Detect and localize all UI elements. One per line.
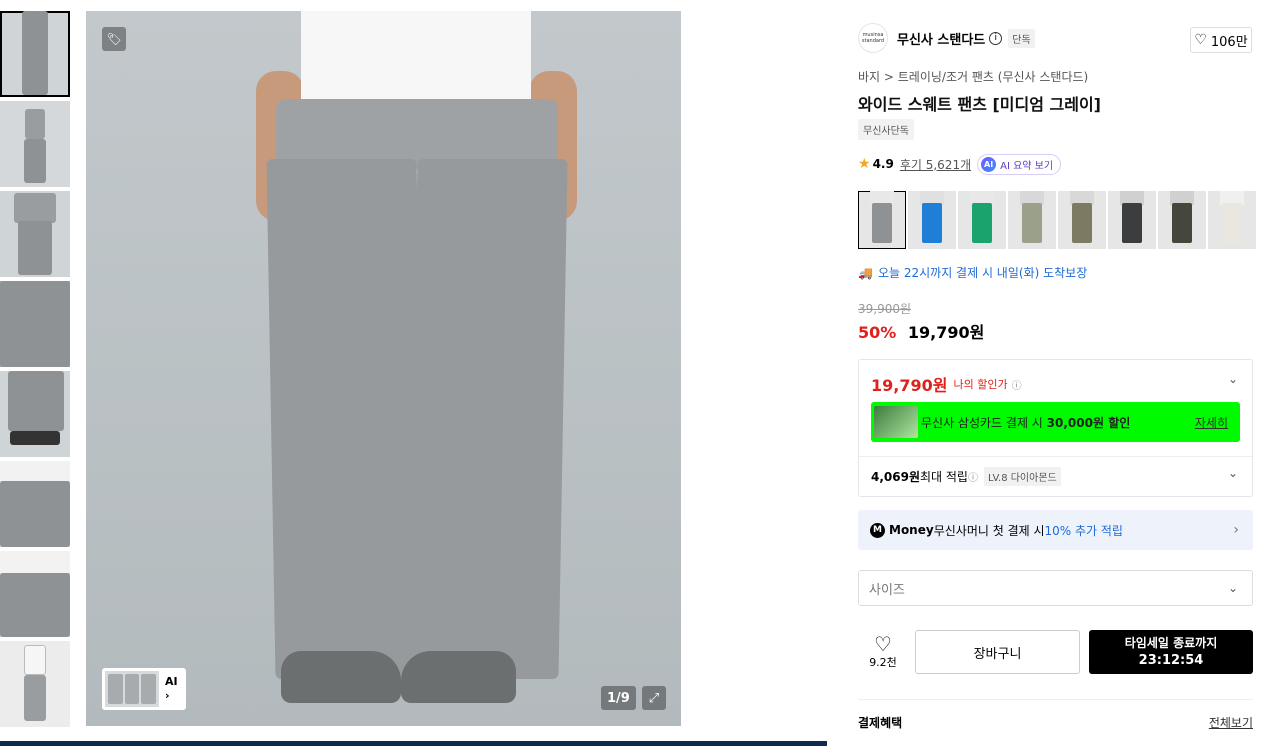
heart-icon: ♡: [1194, 32, 1207, 48]
like-count: 106만: [1210, 34, 1248, 50]
thumbnail-2[interactable]: [0, 101, 70, 187]
original-price: 39,900원: [858, 302, 912, 316]
musinsa-money-banner[interactable]: M Money 무신사머니 첫 결제 시 10% 추가 적립 ›: [858, 510, 1253, 550]
size-select[interactable]: 사이즈 ⌄: [858, 570, 1253, 606]
brand-name[interactable]: 무신사 스탠다드: [897, 29, 985, 48]
benefit-box: 19,790원 나의 할인가 ⓘ ⌄ 무신사 삼성카드 결제 시 30,000원…: [858, 359, 1253, 497]
ai-summary-button[interactable]: AI AI 요약 보기: [977, 153, 1062, 175]
truck-icon: 🚚: [858, 265, 873, 280]
chevron-right-icon: ›: [1233, 522, 1239, 538]
color-swatch[interactable]: [1208, 191, 1256, 249]
delivery-text: 오늘 22시까지 결제 시 내일(화) 도착보장: [877, 266, 1088, 280]
thumbnail-5[interactable]: [0, 371, 70, 457]
thumbnail-4[interactable]: [0, 281, 70, 367]
tag-icon[interactable]: 🏷: [102, 27, 126, 51]
color-swatch[interactable]: [908, 191, 956, 249]
wishlist-button[interactable]: ♡ 9.2천: [858, 630, 908, 674]
money-icon: M: [870, 522, 885, 538]
brand-like-button[interactable]: ♡ 106만: [1190, 27, 1252, 53]
points-label: 최대 적립: [920, 469, 968, 484]
color-swatch[interactable]: [1058, 191, 1106, 249]
color-swatch[interactable]: [1008, 191, 1056, 249]
price-row: 50% 19,790원: [858, 319, 984, 343]
my-price-label: 나의 할인가: [953, 378, 1008, 391]
thumbnail-8[interactable]: [0, 641, 70, 727]
chevron-down-icon[interactable]: ⌄: [1228, 372, 1238, 386]
main-product-image[interactable]: 🏷 AI › 1/9 ⤢: [86, 11, 681, 726]
money-reward: 10% 추가 적립: [1044, 523, 1123, 538]
size-placeholder: 사이즈: [869, 582, 905, 598]
sweatpants: [266, 99, 568, 679]
color-swatch[interactable]: [1108, 191, 1156, 249]
heart-icon: ♡: [874, 632, 892, 656]
wishlist-count: 9.2천: [869, 656, 897, 669]
time-sale-countdown: 23:12:54: [1138, 653, 1204, 668]
product-page: 🏷 AI › 1/9 ⤢ musinsa standard 무신사 스탠다드 i…: [0, 0, 1272, 746]
purchase-actions: ♡ 9.2천 장바구니 타임세일 종료까지 23:12:54: [858, 630, 1253, 674]
info-icon[interactable]: ⓘ: [1012, 377, 1022, 392]
product-tag: 무신사단독: [858, 119, 914, 140]
bottom-banner-strip: [0, 741, 827, 746]
ai-similar-items-button[interactable]: AI ›: [102, 668, 186, 710]
thumbnail-6[interactable]: [0, 461, 70, 547]
points-amount: 4,069원: [871, 469, 920, 484]
reviews-link[interactable]: 후기 5,621개: [900, 156, 971, 173]
chevron-right-icon: ›: [165, 689, 170, 702]
delivery-guarantee: 🚚 오늘 22시까지 결제 시 내일(화) 도착보장: [858, 264, 1087, 281]
time-sale-label: 타임세일 종료까지: [1124, 636, 1218, 650]
thumbnail-7[interactable]: [0, 551, 70, 637]
product-info-panel: musinsa standard 무신사 스탠다드 i 단독 ♡ 106만 바지…: [844, 11, 1272, 746]
card-detail-link[interactable]: 자세히: [1195, 414, 1228, 431]
info-icon[interactable]: ⓘ: [968, 469, 978, 484]
sale-price: 19,790원: [907, 323, 985, 342]
level-badge: LV.8 다이아몬드: [983, 466, 1061, 486]
color-swatch[interactable]: [1158, 191, 1206, 249]
ai-icon: AI: [981, 156, 997, 172]
payment-benefits-heading: 결제혜택: [858, 716, 903, 730]
exclusive-badge: 단독: [1008, 28, 1035, 48]
divider: [859, 456, 1252, 457]
discount-rate: 50%: [858, 323, 897, 342]
brand-logo[interactable]: musinsa standard: [858, 23, 888, 53]
star-icon: ★: [858, 156, 871, 172]
payment-benefits-row: 결제혜택 전체보기: [858, 699, 1253, 731]
chevron-down-icon[interactable]: ⌄: [1228, 466, 1238, 480]
info-icon[interactable]: i: [989, 31, 1003, 45]
expand-icon[interactable]: ⤢: [642, 686, 666, 710]
ai-thumbnail-preview: [105, 671, 159, 707]
model-shoe: [281, 651, 401, 703]
ai-summary-label: AI 요약 보기: [1000, 160, 1054, 172]
color-swatch[interactable]: [958, 191, 1006, 249]
color-options: [858, 191, 1256, 249]
image-counter: 1/9: [601, 686, 636, 710]
ai-label: AI: [165, 675, 178, 688]
my-price-row: 19,790원 나의 할인가 ⓘ: [871, 372, 1022, 396]
add-to-cart-button[interactable]: 장바구니: [915, 630, 1080, 674]
my-price-amount: 19,790원: [871, 376, 948, 395]
model-shoe: [401, 651, 516, 703]
chevron-down-icon: ⌄: [1227, 581, 1238, 595]
thumbnail-3[interactable]: [0, 191, 70, 277]
time-sale-buy-button[interactable]: 타임세일 종료까지 23:12:54: [1089, 630, 1253, 674]
card-discount-text: 무신사 삼성카드 결제 시 30,000원 할인: [921, 415, 1131, 430]
model-shirt: [301, 11, 531, 111]
rating-value: 4.9: [872, 157, 894, 171]
color-swatch[interactable]: [858, 191, 906, 249]
points-row: 4,069원 최대 적립 ⓘ LV.8 다이아몬드: [871, 466, 1061, 486]
breadcrumb[interactable]: 바지 > 트레이닝/조거 팬츠 (무신사 스탠다드): [858, 68, 1088, 85]
thumbnail-1[interactable]: [0, 11, 70, 97]
product-title: 와이드 스웨트 팬츠 [미디엄 그레이]: [858, 95, 1101, 114]
card-image: [874, 406, 918, 438]
money-brand: Money: [889, 523, 934, 537]
money-text: 무신사머니 첫 결제 시: [933, 523, 1045, 538]
view-all-link[interactable]: 전체보기: [1209, 714, 1253, 731]
card-discount-banner[interactable]: 무신사 삼성카드 결제 시 30,000원 할인 자세히: [871, 402, 1240, 442]
rating-row: ★ 4.9 후기 5,621개 AI AI 요약 보기: [858, 153, 1062, 175]
